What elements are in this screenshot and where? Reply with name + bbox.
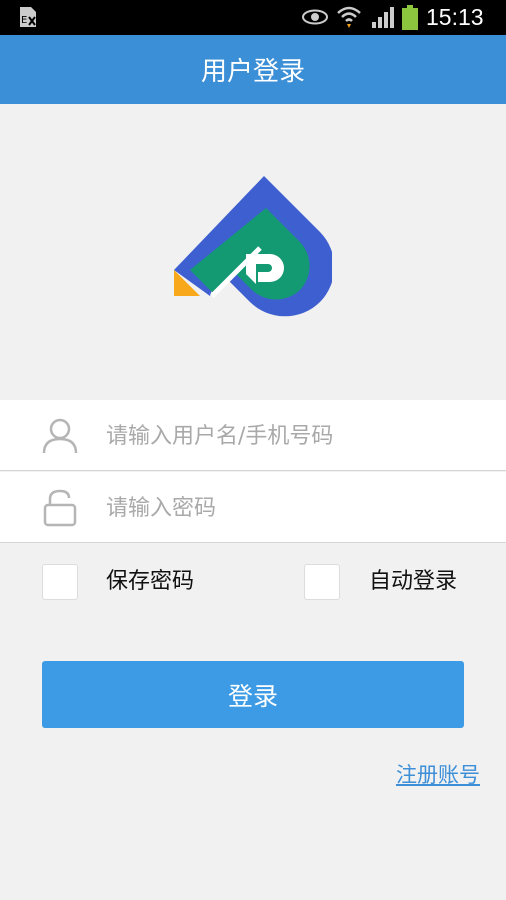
user-icon [42,418,78,454]
app-header: 用户登录 [0,35,506,104]
register-link[interactable]: 注册账号 [396,760,480,790]
sim-card-icon: E [20,7,36,27]
username-input[interactable] [106,412,486,460]
eye-icon [302,9,328,25]
save-password-checkbox[interactable] [42,564,78,600]
auto-login-checkbox[interactable] [304,564,340,600]
signal-icon [372,7,394,28]
page-title: 用户登录 [200,57,305,87]
app-logo [174,176,332,317]
login-button[interactable]: 登录 [42,661,464,728]
auto-login-label: 自动登录 [369,569,458,594]
wifi-icon [337,6,361,28]
password-field-row [0,472,506,543]
save-password-label: 保存密码 [106,569,195,594]
password-input[interactable] [106,484,486,532]
lock-icon [43,489,77,527]
svg-text:E: E [21,15,27,26]
battery-icon [402,5,418,30]
status-bar: E 15:13 [0,0,506,35]
username-field-row [0,400,506,471]
status-clock: 15:13 [426,4,484,30]
